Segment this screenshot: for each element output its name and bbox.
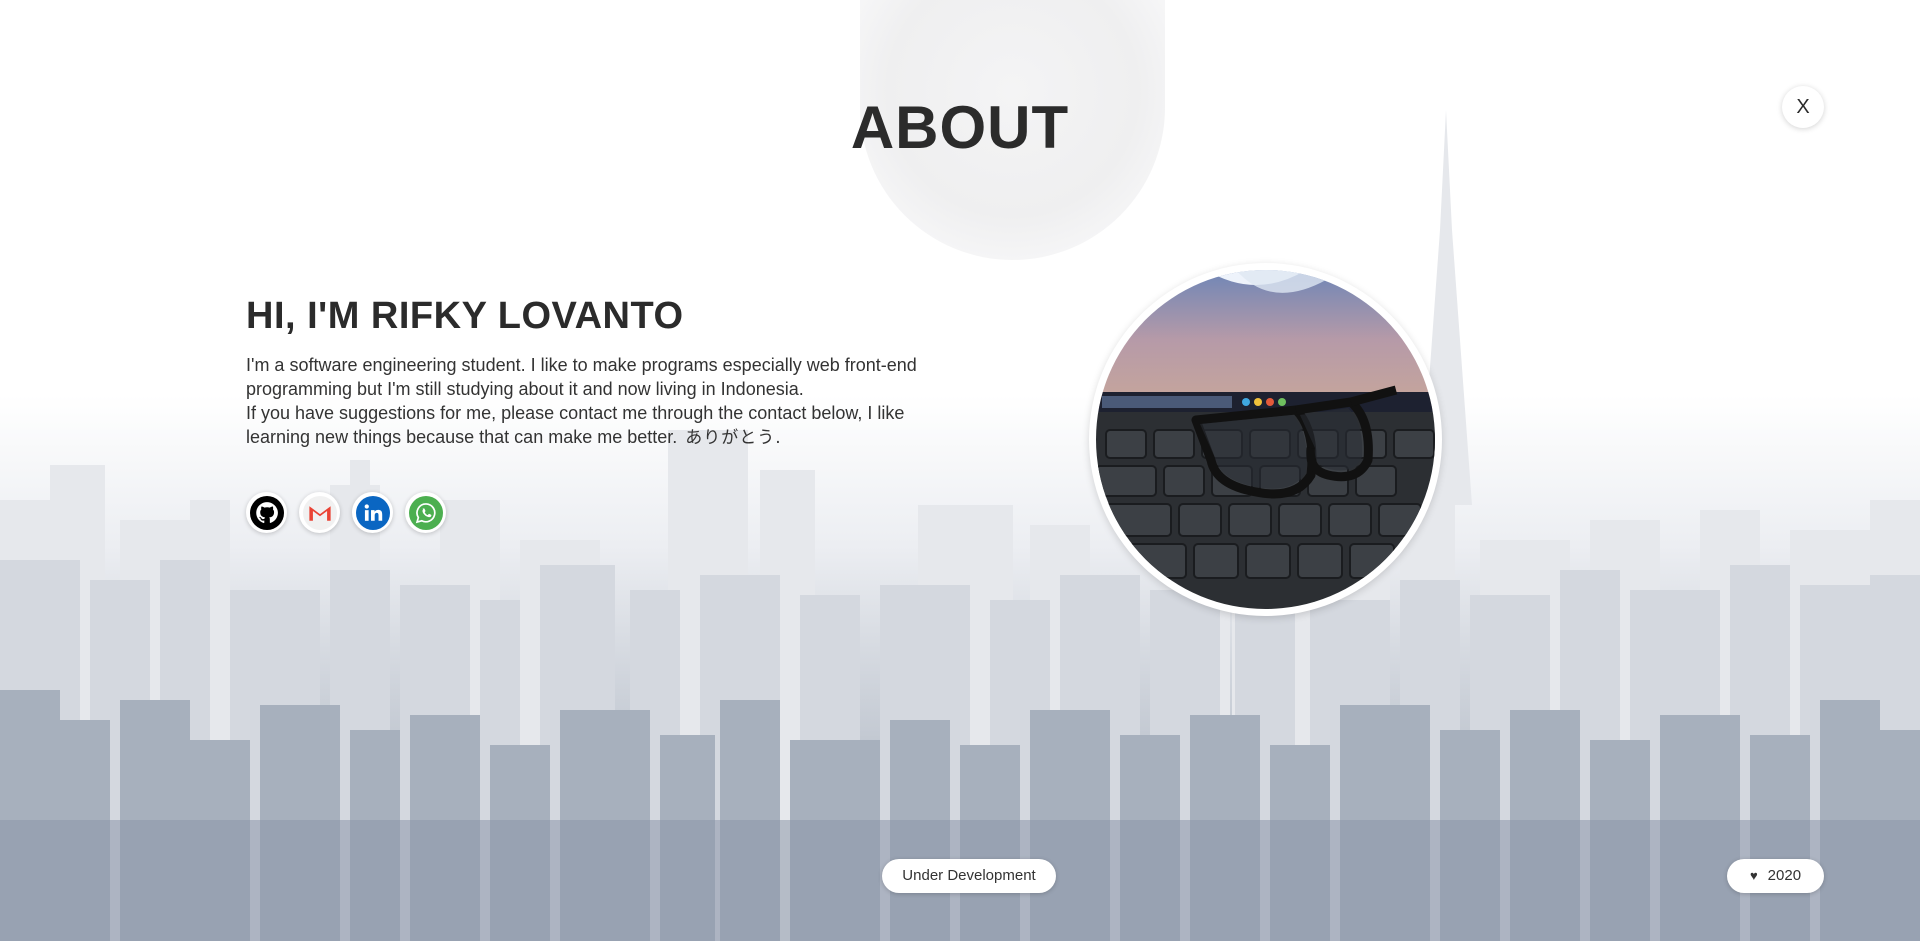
page-title: ABOUT [850,94,1070,161]
linkedin-icon [355,495,390,530]
linkedin-button[interactable] [352,492,393,533]
close-button[interactable]: X [1782,86,1824,128]
whatsapp-button[interactable] [405,492,446,533]
copyright-badge: ♥ 2020 [1727,859,1824,893]
intro-heading: HI, I'M RIFKY LOVANTO [246,295,684,337]
intro-paragraph: I'm a software engineering student. I li… [246,353,966,450]
intro-text-1: I'm a software engineering student. I li… [246,355,917,399]
gmail-button[interactable] [299,492,340,533]
under-development-badge[interactable]: Under Development [882,859,1056,893]
social-links [246,492,446,533]
intro-text-2: If you have suggestions for me, please c… [246,403,905,447]
profile-photo-image [1096,270,1435,609]
heart-icon: ♥ [1749,868,1758,883]
gmail-icon [302,495,337,530]
whatsapp-icon [408,495,443,530]
thanks-text: ありがとう. [685,428,782,448]
copyright-year: 2020 [1767,867,1802,884]
profile-photo [1089,263,1442,616]
intro-section: HI, I'M RIFKY LOVANTO I'm a software eng… [246,295,966,450]
github-icon [249,495,284,530]
github-button[interactable] [246,492,287,533]
